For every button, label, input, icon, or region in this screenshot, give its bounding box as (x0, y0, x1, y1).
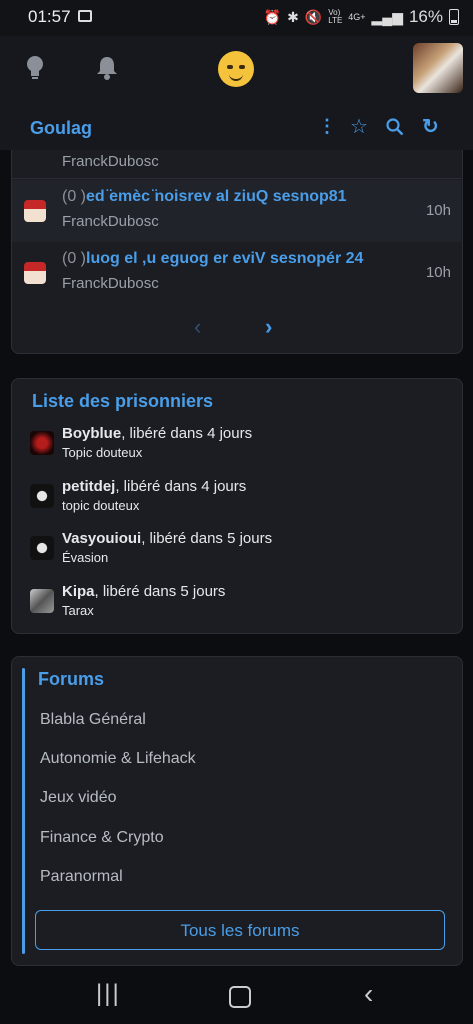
forum-link[interactable]: Finance & Crypto (40, 829, 164, 847)
search-icon[interactable] (386, 118, 404, 136)
status-icons: ⏰ ✱ 🔇 Vo) LTE 4G+ ▂▄▆ 16% (264, 7, 459, 27)
prisoner-reason: topic douteux (62, 498, 140, 513)
volte-icon: Vo) LTE (328, 8, 343, 25)
recents-icon[interactable]: ||| (96, 980, 121, 1008)
forum-link[interactable]: Jeux vidéo (40, 789, 117, 807)
prisoners-title: Liste des prisonniers (32, 391, 214, 411)
refresh-icon[interactable]: ↻ (422, 114, 439, 139)
bell-icon[interactable] (95, 55, 119, 81)
topic-title[interactable]: (0 )ed ̈emèc ̈noisrev al ziuQ sesnop81 (62, 188, 347, 206)
topic-row[interactable]: (0 )ed ̈emèc ̈noisrev al ziuQ sesnop81 F… (12, 180, 461, 242)
topic-author: FranckDubosc (62, 213, 159, 230)
prisoner-reason: Évasion (62, 550, 109, 565)
divider (12, 178, 461, 179)
prisoner-reason: Topic douteux (62, 445, 143, 460)
lightbulb-icon[interactable] (24, 55, 46, 81)
eye-left (227, 65, 233, 69)
topic-title[interactable]: (0 )luog el ,u eguog er eviV sesnopér 24 (62, 250, 363, 268)
bluetooth-icon: ✱ (287, 8, 299, 25)
battery-percent: 16% (408, 7, 443, 26)
forum-link[interactable]: Blabla Général (40, 711, 146, 729)
back-icon[interactable]: ‹ (364, 978, 373, 1010)
topic-row[interactable]: (0 )luog el ,u eguog er eviV sesnopér 24… (12, 242, 461, 304)
list-item[interactable]: Boyblue, libéré dans 4 jours Topic doute… (30, 425, 450, 475)
prisoner-avatar (30, 589, 54, 613)
network-type: 4G+ (348, 12, 366, 22)
gallery-icon (78, 10, 92, 22)
list-item[interactable]: Kipa, libéré dans 5 jours Tarax (30, 583, 450, 633)
topic-author: FranckDubosc (62, 275, 159, 292)
signal-icon: ▂▄▆ (371, 8, 403, 25)
alarm-icon: ⏰ (263, 8, 282, 25)
star-icon[interactable]: ☆ (350, 114, 368, 139)
section-header: Goulag ⋮ ☆ ↻ (0, 104, 473, 150)
prisoner-line: Kipa, libéré dans 5 jours (62, 583, 226, 600)
forum-link[interactable]: Paranormal (40, 868, 123, 886)
author-avatar (24, 200, 46, 222)
page-title: Goulag (30, 118, 92, 138)
home-icon[interactable] (229, 986, 251, 1008)
list-item[interactable]: petitdej, libéré dans 4 jours topic dout… (30, 478, 450, 528)
prev-page-button[interactable]: ‹ (194, 314, 201, 340)
forum-link[interactable]: Autonomie & Lifehack (40, 750, 196, 768)
profile-avatar[interactable] (413, 43, 463, 93)
prisoner-avatar (30, 536, 54, 560)
mute-icon: 🔇 (304, 8, 323, 25)
battery-icon (449, 9, 459, 25)
mouth (229, 74, 243, 81)
prisoner-line: Boyblue, libéré dans 4 jours (62, 425, 253, 442)
topic-time: 10h (425, 264, 451, 281)
prisoner-avatar (30, 484, 54, 508)
prisoner-avatar (30, 431, 54, 455)
forums-title: Forums (38, 669, 105, 689)
topic-author-partial: FranckDubosc (62, 153, 159, 170)
emoji-face-icon[interactable] (218, 51, 254, 87)
list-item[interactable]: Vasyouioui, libéré dans 5 jours Évasion (30, 530, 450, 580)
prisoner-line: Vasyouioui, libéré dans 5 jours (62, 530, 273, 547)
author-avatar (24, 262, 46, 284)
topic-time: 10h (425, 202, 451, 219)
prisoner-line: petitdej, libéré dans 4 jours (62, 478, 247, 495)
eye-right (239, 65, 245, 69)
next-page-button[interactable]: › (265, 314, 272, 340)
forums-accent-bar (22, 668, 25, 954)
prisoner-reason: Tarax (62, 603, 94, 618)
status-time: 01:57 (28, 7, 71, 26)
all-forums-button[interactable]: Tous les forums (35, 910, 445, 950)
prisoners-card: Liste des prisonniers Boyblue, libéré da… (11, 378, 463, 634)
status-bar: 01:57 ⏰ ✱ 🔇 Vo) LTE 4G+ ▂▄▆ 16% (0, 0, 473, 36)
more-vert-icon[interactable]: ⋮ (318, 116, 336, 137)
system-nav-bar: ||| ‹ (0, 966, 473, 1024)
